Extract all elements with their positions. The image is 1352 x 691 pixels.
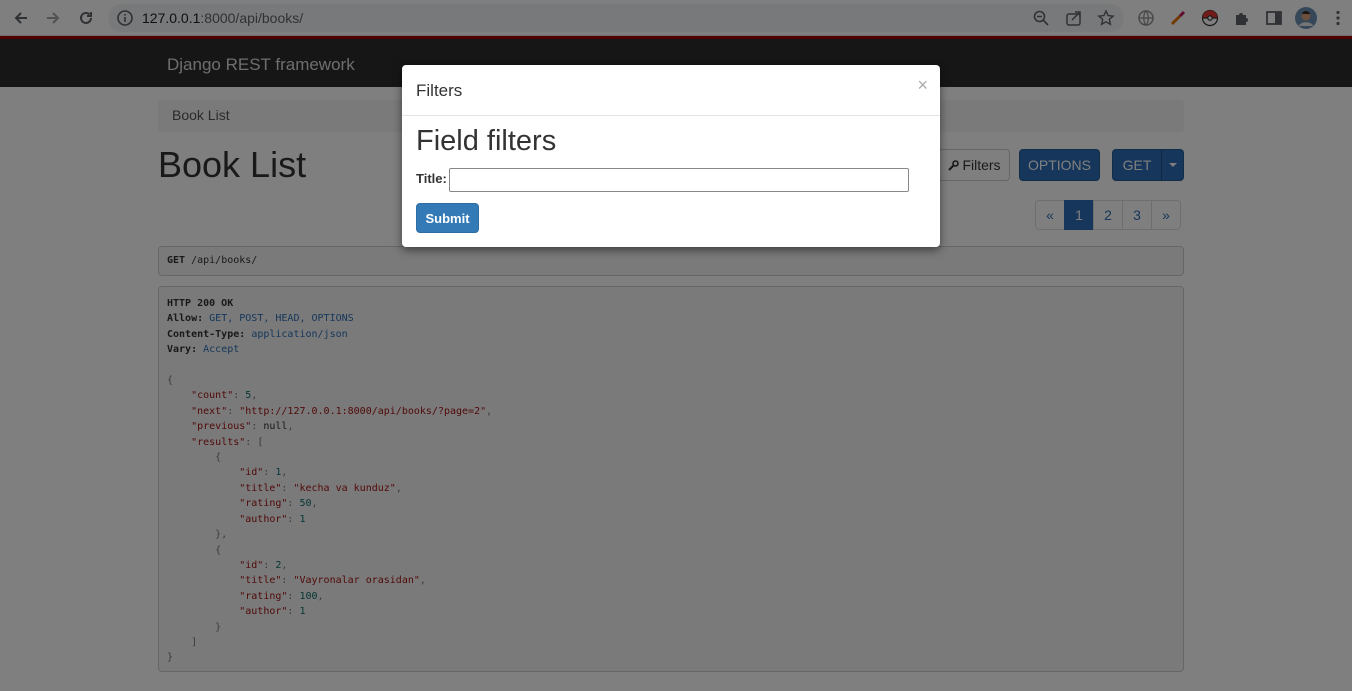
title-field-label: Title:: [416, 171, 447, 186]
close-icon[interactable]: ×: [917, 75, 928, 95]
submit-button[interactable]: Submit: [416, 203, 479, 233]
filters-modal: Filters × Field filters Title: Submit: [402, 65, 940, 247]
title-filter-input[interactable]: [449, 168, 909, 192]
modal-header: Filters ×: [402, 65, 940, 116]
field-filters-heading: Field filters: [416, 125, 557, 157]
modal-title: Filters: [416, 81, 463, 100]
